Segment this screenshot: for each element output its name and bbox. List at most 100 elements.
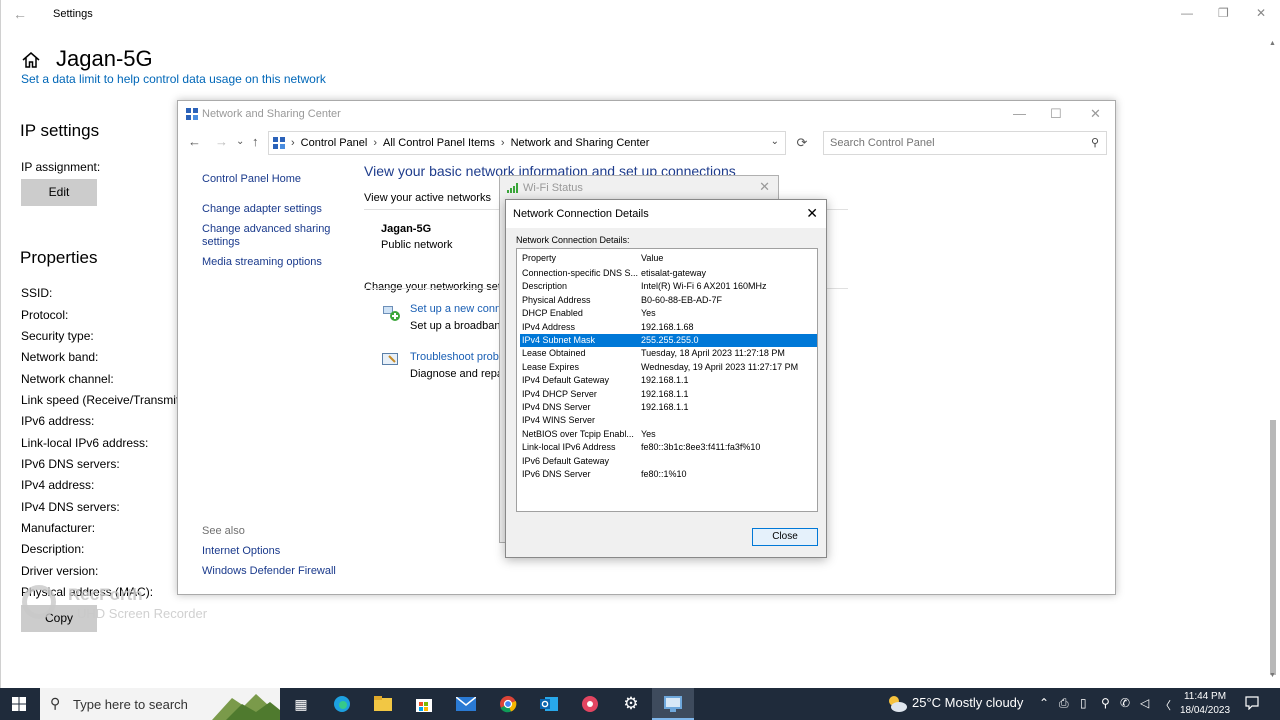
data-limit-link[interactable]: Set a data limit to help control data us… bbox=[21, 72, 326, 86]
refresh-icon[interactable]: ⟳ bbox=[790, 131, 814, 155]
location-icon[interactable]: ⚲ bbox=[1101, 696, 1110, 710]
nsc-close-button[interactable]: ✕ bbox=[1090, 106, 1101, 122]
details-row-property: IPv4 Subnet Mask bbox=[522, 335, 596, 345]
sidebar-advanced-sharing[interactable]: Change advanced sharing bbox=[202, 223, 330, 235]
clock[interactable]: 11:44 PM 18/04/2023 bbox=[1176, 690, 1234, 718]
details-row[interactable]: IPv4 DNS Server 192.168.1.1 bbox=[520, 401, 817, 414]
crumb-control-panel[interactable]: Control Panel bbox=[301, 137, 368, 149]
details-row-property: IPv4 WINS Server bbox=[522, 415, 596, 426]
nsc-titlebar: Network and Sharing Center — ☐ ✕ bbox=[178, 101, 1115, 127]
scroll-down-icon[interactable]: ▼ bbox=[1269, 672, 1276, 679]
details-row[interactable]: IPv4 WINS Server bbox=[520, 414, 817, 427]
outlook-icon[interactable] bbox=[535, 692, 563, 716]
mail-icon[interactable] bbox=[452, 692, 480, 716]
details-row[interactable]: IPv4 Subnet Mask 255.255.255.0 bbox=[520, 334, 817, 347]
tray-chevron-icon[interactable]: ⌃ bbox=[1039, 696, 1049, 710]
maximize-button[interactable]: ❐ bbox=[1218, 6, 1229, 20]
scroll-up-icon[interactable]: ▲ bbox=[1269, 40, 1276, 47]
address-dropdown-icon[interactable]: ⌄ bbox=[771, 136, 779, 147]
recorder-app-icon[interactable] bbox=[576, 692, 604, 716]
column-value[interactable]: Value bbox=[641, 253, 663, 263]
details-row-value: Wednesday, 19 April 2023 11:27:17 PM bbox=[641, 361, 799, 372]
details-row[interactable]: Physical Address B0-60-88-EB-AD-7F bbox=[520, 294, 817, 307]
task-view-icon[interactable]: ▦ bbox=[287, 692, 315, 716]
network-tray-icon[interactable]: ✆ bbox=[1120, 696, 1130, 710]
security-type-label: Security type: bbox=[21, 329, 94, 343]
crumb-all-items[interactable]: All Control Panel Items bbox=[383, 137, 495, 149]
edge-icon[interactable] bbox=[328, 692, 356, 716]
details-titlebar: Network Connection Details ✕ bbox=[506, 200, 826, 228]
firewall-link[interactable]: Windows Defender Firewall bbox=[202, 565, 336, 577]
details-row-value: fe80::1%10 bbox=[641, 469, 687, 479]
details-list[interactable]: Property Value Connection-specific DNS S… bbox=[516, 248, 818, 512]
nav-forward-button[interactable]: → bbox=[215, 134, 228, 149]
address-bar[interactable]: › Control Panel › All Control Panel Item… bbox=[268, 131, 786, 155]
minimize-button[interactable]: — bbox=[1181, 6, 1193, 20]
details-row[interactable]: Link-local IPv6 Address fe80::3b1c:8ee3:f… bbox=[520, 441, 817, 454]
troubleshoot-link[interactable]: Troubleshoot problems bbox=[410, 351, 500, 363]
details-row[interactable]: IPv6 Default Gateway bbox=[520, 455, 817, 468]
settings-scrollbar[interactable]: ▲ ▼ bbox=[1269, 40, 1277, 680]
sidebar-change-adapter[interactable]: Change adapter settings bbox=[202, 203, 322, 215]
close-button[interactable]: ✕ bbox=[1256, 6, 1266, 20]
windows-start-icon[interactable] bbox=[12, 697, 26, 711]
nsc-maximize-button[interactable]: ☐ bbox=[1050, 106, 1062, 122]
details-row[interactable]: NetBIOS over Tcpip Enabl... Yes bbox=[520, 428, 817, 441]
search-icon[interactable]: ⚲ bbox=[1091, 136, 1099, 149]
sidebar-advanced-sharing-2[interactable]: settings bbox=[202, 236, 240, 248]
edit-button[interactable]: Edit bbox=[21, 179, 97, 206]
details-row[interactable]: IPv4 DHCP Server 192.168.1.1 bbox=[520, 388, 817, 401]
search-input[interactable] bbox=[824, 132, 1074, 154]
details-row[interactable]: IPv4 Default Gateway 192.168.1.1 bbox=[520, 374, 817, 387]
nsc-minimize-button[interactable]: — bbox=[1013, 106, 1026, 121]
details-row[interactable]: Connection-specific DNS S... etisalat-gat… bbox=[520, 267, 817, 280]
sidebar-media-streaming[interactable]: Media streaming options bbox=[202, 256, 322, 268]
tray-device-icon[interactable]: ⎙ bbox=[1059, 696, 1069, 711]
taskbar-search[interactable]: ⚲ Type here to search bbox=[40, 688, 280, 720]
weather-text[interactable]: 25°C Mostly cloudy bbox=[912, 695, 1023, 710]
language-icon[interactable]: 〈 bbox=[1160, 697, 1171, 713]
recent-locations-button[interactable]: ⌄ bbox=[236, 136, 244, 147]
setup-connection-link[interactable]: Set up a new connection or network bbox=[410, 303, 500, 315]
nav-up-button[interactable]: ↑ bbox=[252, 134, 259, 149]
scroll-thumb[interactable] bbox=[1270, 420, 1276, 675]
column-property[interactable]: Property bbox=[522, 253, 556, 263]
details-row[interactable]: Lease Obtained Tuesday, 18 April 2023 11:… bbox=[520, 347, 817, 360]
troubleshoot-desc: Diagnose and repair network problems, or… bbox=[410, 368, 500, 380]
link-speed-label: Link speed (Receive/Transmit): bbox=[21, 393, 187, 407]
details-row-property: NetBIOS over Tcpip Enabl... bbox=[522, 428, 634, 439]
file-explorer-icon[interactable] bbox=[369, 692, 397, 716]
details-row-value: B0-60-88-EB-AD-7F bbox=[641, 294, 723, 305]
details-row[interactable]: Lease Expires Wednesday, 19 April 2023 11… bbox=[520, 361, 817, 374]
network-center-icon bbox=[186, 108, 198, 120]
details-row-property: IPv4 DHCP Server bbox=[522, 388, 597, 399]
details-row-property: Description bbox=[522, 281, 568, 292]
battery-icon[interactable]: ▯ bbox=[1080, 696, 1087, 710]
wifi-close-button[interactable]: ✕ bbox=[759, 179, 770, 195]
crumb-network-sharing-center[interactable]: Network and Sharing Center bbox=[511, 137, 650, 149]
details-row[interactable]: DHCP Enabled Yes bbox=[520, 307, 817, 320]
watermark-title: RecForth bbox=[68, 585, 143, 604]
details-row[interactable]: Description Intel(R) Wi-Fi 6 AX201 160MHz bbox=[520, 280, 817, 293]
search-icon: ⚲ bbox=[50, 695, 61, 711]
details-close-icon[interactable]: ✕ bbox=[806, 205, 818, 222]
control-panel-taskbar-icon[interactable] bbox=[659, 692, 687, 716]
back-arrow-icon[interactable]: ← bbox=[13, 6, 27, 22]
home-icon[interactable] bbox=[21, 50, 41, 70]
nav-back-button[interactable]: ← bbox=[188, 134, 201, 149]
sidebar-control-panel-home[interactable]: Control Panel Home bbox=[202, 173, 301, 185]
details-row[interactable]: IPv4 Address 192.168.1.68 bbox=[520, 321, 817, 334]
details-row-value: 192.168.1.1 bbox=[641, 388, 689, 399]
notification-icon[interactable] bbox=[1245, 696, 1259, 710]
weather-cloudy-icon[interactable] bbox=[886, 694, 908, 714]
volume-muted-icon[interactable]: ◁ bbox=[1140, 696, 1149, 710]
search-control-panel[interactable]: ⚲ bbox=[823, 131, 1107, 155]
clock-time: 11:44 PM bbox=[1183, 691, 1227, 702]
settings-gear-icon[interactable]: ⚙ bbox=[617, 692, 645, 716]
settings-title: Settings bbox=[53, 8, 93, 20]
details-close-button[interactable]: Close bbox=[752, 528, 818, 546]
internet-options-link[interactable]: Internet Options bbox=[202, 545, 280, 557]
chrome-icon[interactable] bbox=[494, 692, 522, 716]
store-icon[interactable] bbox=[410, 692, 438, 716]
details-row[interactable]: IPv6 DNS Server fe80::1%10 bbox=[520, 468, 817, 481]
